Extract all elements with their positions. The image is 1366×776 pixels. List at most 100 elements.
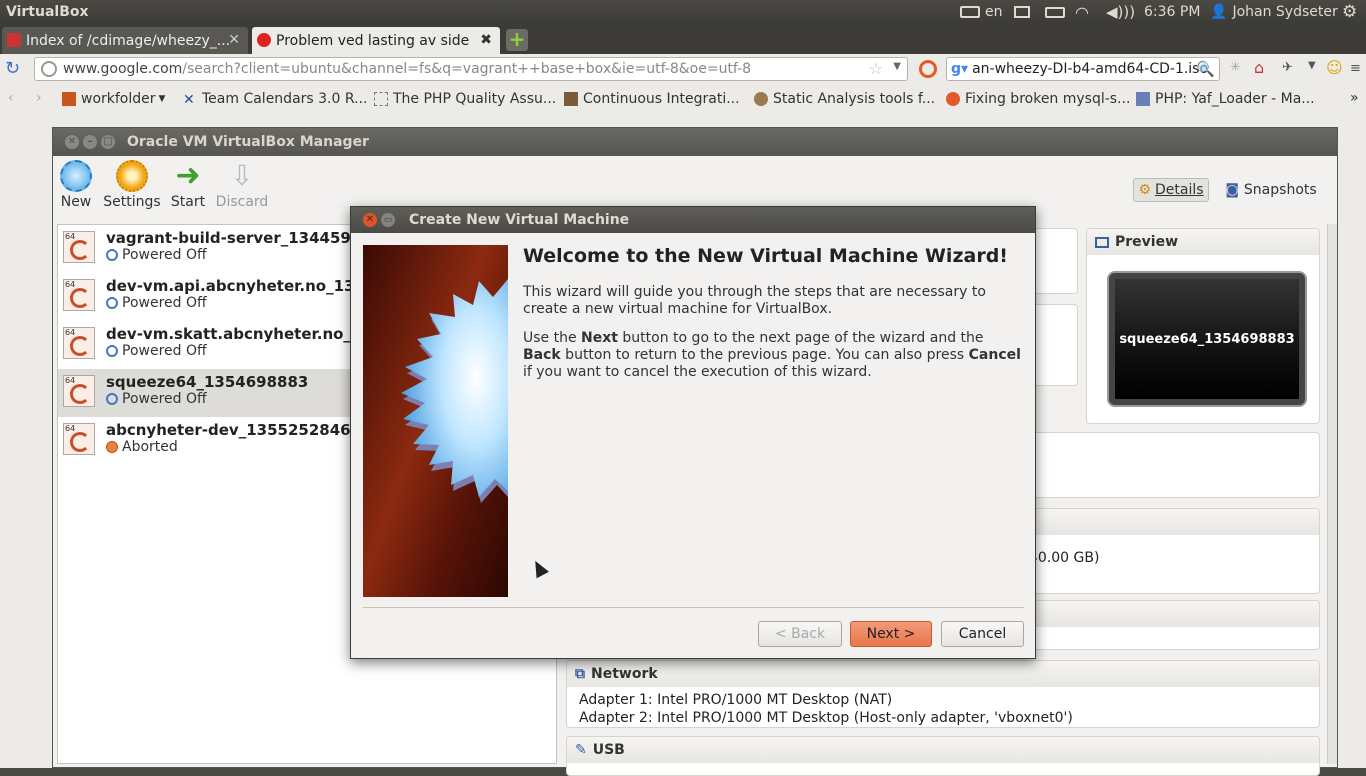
preview-header: Preview — [1115, 234, 1179, 250]
details-button[interactable]: ⚙ Details — [1133, 178, 1209, 202]
askubuntu-icon — [946, 92, 960, 106]
nav-toolbar: ↻ www.google.com/search?client=ubuntu&ch… — [0, 54, 1366, 84]
reload-icon[interactable]: ↻ — [5, 58, 20, 79]
close-icon[interactable]: ✕ — [363, 213, 377, 227]
bookmark-workfolder[interactable]: workfolder ▼ — [62, 89, 165, 109]
bookmarks-overflow[interactable]: » — [1350, 90, 1359, 106]
bookmark-continuous-integration[interactable]: Continuous Integrati... — [564, 89, 740, 109]
next-button[interactable]: Next > — [850, 621, 932, 647]
usb-icon: ✎ — [575, 742, 587, 758]
search-magnifier-icon[interactable]: 🔍 — [1196, 60, 1215, 78]
tab-close-icon[interactable]: ✕ — [228, 32, 240, 48]
wizard-titlebar: ✕ ▭ Create New Virtual Machine — [351, 207, 1035, 233]
maximize-icon[interactable]: □ — [101, 135, 115, 149]
snapshots-button[interactable]: ◙ Snapshots — [1221, 178, 1321, 202]
new-vm-star-icon — [401, 279, 508, 503]
tab-label: Index of /cdimage/wheezy_... — [26, 32, 231, 49]
clock[interactable]: 6:36 PM — [1144, 0, 1200, 24]
keyboard-layout: en — [985, 4, 1003, 20]
new-star-icon — [60, 160, 92, 192]
url-path: /search?client=ubuntu&channel=fs&q=vagra… — [182, 61, 752, 77]
new-button[interactable]: New — [59, 160, 93, 210]
debian-64-icon: 64 — [63, 231, 95, 263]
search-bar[interactable]: g▾ an-wheezy-DI-b4-amd64-CD-1.iso 🔍 — [946, 57, 1220, 81]
home-icon[interactable]: ⌂ — [1254, 58, 1264, 77]
new-tab-button[interactable]: + — [506, 29, 528, 51]
cancel-button[interactable]: Cancel — [941, 621, 1024, 647]
addon-icon[interactable]: ✈ — [1282, 60, 1293, 75]
url-host: www.google.com — [63, 61, 183, 77]
greasemonkey-icon[interactable]: ☺ — [1326, 58, 1343, 77]
start-button[interactable]: ➜ Start — [169, 158, 207, 211]
powered-off-icon — [106, 297, 118, 309]
site-icon — [754, 92, 768, 106]
google-search-engine-icon[interactable]: g▾ — [951, 61, 968, 77]
error-favicon-icon — [257, 33, 271, 47]
debian-favicon-icon — [7, 33, 21, 47]
url-dropdown-icon[interactable]: ▼ — [893, 61, 901, 72]
vbox-title-text: Oracle VM VirtualBox Manager — [127, 134, 369, 150]
back-button[interactable]: < Back — [758, 621, 842, 647]
discard-button[interactable]: ⇩ Discard — [215, 160, 269, 211]
vbox-titlebar: ✕ – □ Oracle VM VirtualBox Manager — [53, 128, 1337, 156]
settings-gear-icon — [116, 160, 148, 192]
bookmark-fixing-broken-mysql[interactable]: Fixing broken mysql-s... — [946, 89, 1130, 109]
close-icon[interactable]: ✕ — [65, 135, 79, 149]
keyboard-indicator[interactable]: en — [960, 0, 1003, 24]
wizard-help-text: Use the Next button to go to the next pa… — [523, 330, 1021, 380]
minimize-icon[interactable]: – — [83, 135, 97, 149]
preview-screen: squeeze64_1354698883 — [1107, 271, 1307, 407]
tab-strip: Index of /cdimage/wheezy_... ✕ Problem v… — [0, 24, 1366, 54]
tab-index-cdimage[interactable]: Index of /cdimage/wheezy_... ✕ — [2, 27, 248, 54]
volume-icon[interactable]: ◀))) — [1106, 0, 1135, 24]
wifi-icon[interactable]: ◠ — [1075, 0, 1089, 24]
minimize-icon[interactable]: ▭ — [381, 213, 395, 227]
network-adapter-1: Adapter 1: Intel PRO/1000 MT Desktop (NA… — [579, 692, 893, 708]
camera-icon: ◙ — [1225, 182, 1239, 198]
wizard-heading: Welcome to the New Virtual Machine Wizar… — [523, 245, 1008, 267]
settings-gear-icon[interactable]: ⚙ — [1342, 0, 1357, 24]
php-icon — [1136, 92, 1150, 106]
adblock-icon[interactable] — [919, 60, 937, 78]
mail-icon[interactable] — [1014, 0, 1030, 24]
tab-close-icon[interactable]: ✖ — [480, 32, 492, 48]
user-name: Johan Sydseter — [1232, 4, 1338, 20]
network-adapter-2: Adapter 2: Intel PRO/1000 MT Desktop (Ho… — [579, 710, 1073, 726]
confluence-icon: ✕ — [183, 92, 195, 108]
search-input-value: an-wheezy-DI-b4-amd64-CD-1.iso — [972, 61, 1209, 77]
bookmark-team-calendars[interactable]: ✕ Team Calendars 3.0 R... — [183, 89, 367, 109]
book-icon — [564, 92, 578, 106]
preview-card: Preview squeeze64_1354698883 — [1086, 228, 1320, 424]
bookmark-php-yaf-loader[interactable]: PHP: Yaf_Loader - Ma... — [1136, 89, 1315, 109]
wizard-intro-text: This wizard will guide you through the s… — [523, 284, 986, 317]
tab-problem-loading[interactable]: Problem ved lasting av side ✖ — [252, 27, 500, 54]
addon-dropdown-icon[interactable]: ▼ — [1308, 60, 1316, 71]
folder-icon — [62, 92, 76, 106]
network-card: ⧉ Network Adapter 1: Intel PRO/1000 MT De… — [566, 660, 1320, 728]
panel-app-name: VirtualBox — [6, 4, 89, 20]
new-vm-wizard-dialog: ✕ ▭ Create New Virtual Machine Welcome t… — [350, 206, 1036, 659]
back-arrow-icon[interactable]: ‹ — [8, 90, 14, 106]
powered-off-icon — [106, 345, 118, 357]
powered-off-icon — [106, 249, 118, 261]
details-scrollbar[interactable] — [1327, 224, 1337, 764]
bookmark-star-icon[interactable]: ☆ — [869, 59, 883, 78]
battery-icon[interactable] — [1045, 0, 1065, 24]
preview-vm-name: squeeze64_1354698883 — [1115, 279, 1299, 399]
user-icon: 👤 — [1210, 4, 1228, 20]
keyboard-icon — [960, 6, 980, 18]
top-panel: VirtualBox en ◠ ◀))) 6:36 PM 👤 Johan Syd… — [0, 0, 1366, 24]
bookmark-php-quality[interactable]: The PHP Quality Assu... — [374, 89, 556, 109]
bookmark-static-analysis[interactable]: Static Analysis tools f... — [754, 89, 935, 109]
bookmarks-bar: ‹ › workfolder ▼ ✕ Team Calendars 3.0 R.… — [0, 84, 1366, 114]
menu-overflow-icon[interactable]: ≡ — [1350, 61, 1361, 76]
url-bar[interactable]: www.google.com/search?client=ubuntu&chan… — [34, 57, 908, 81]
network-icon: ⧉ — [575, 666, 585, 682]
user-menu[interactable]: 👤 Johan Sydseter — [1210, 0, 1338, 24]
settings-button[interactable]: Settings — [103, 160, 161, 210]
debian-64-icon: 64 — [63, 423, 95, 455]
start-arrow-icon: ➜ — [175, 158, 201, 193]
forward-arrow-icon[interactable]: › — [36, 90, 42, 106]
debian-64-icon: 64 — [63, 327, 95, 359]
wizard-banner-image — [363, 245, 508, 597]
